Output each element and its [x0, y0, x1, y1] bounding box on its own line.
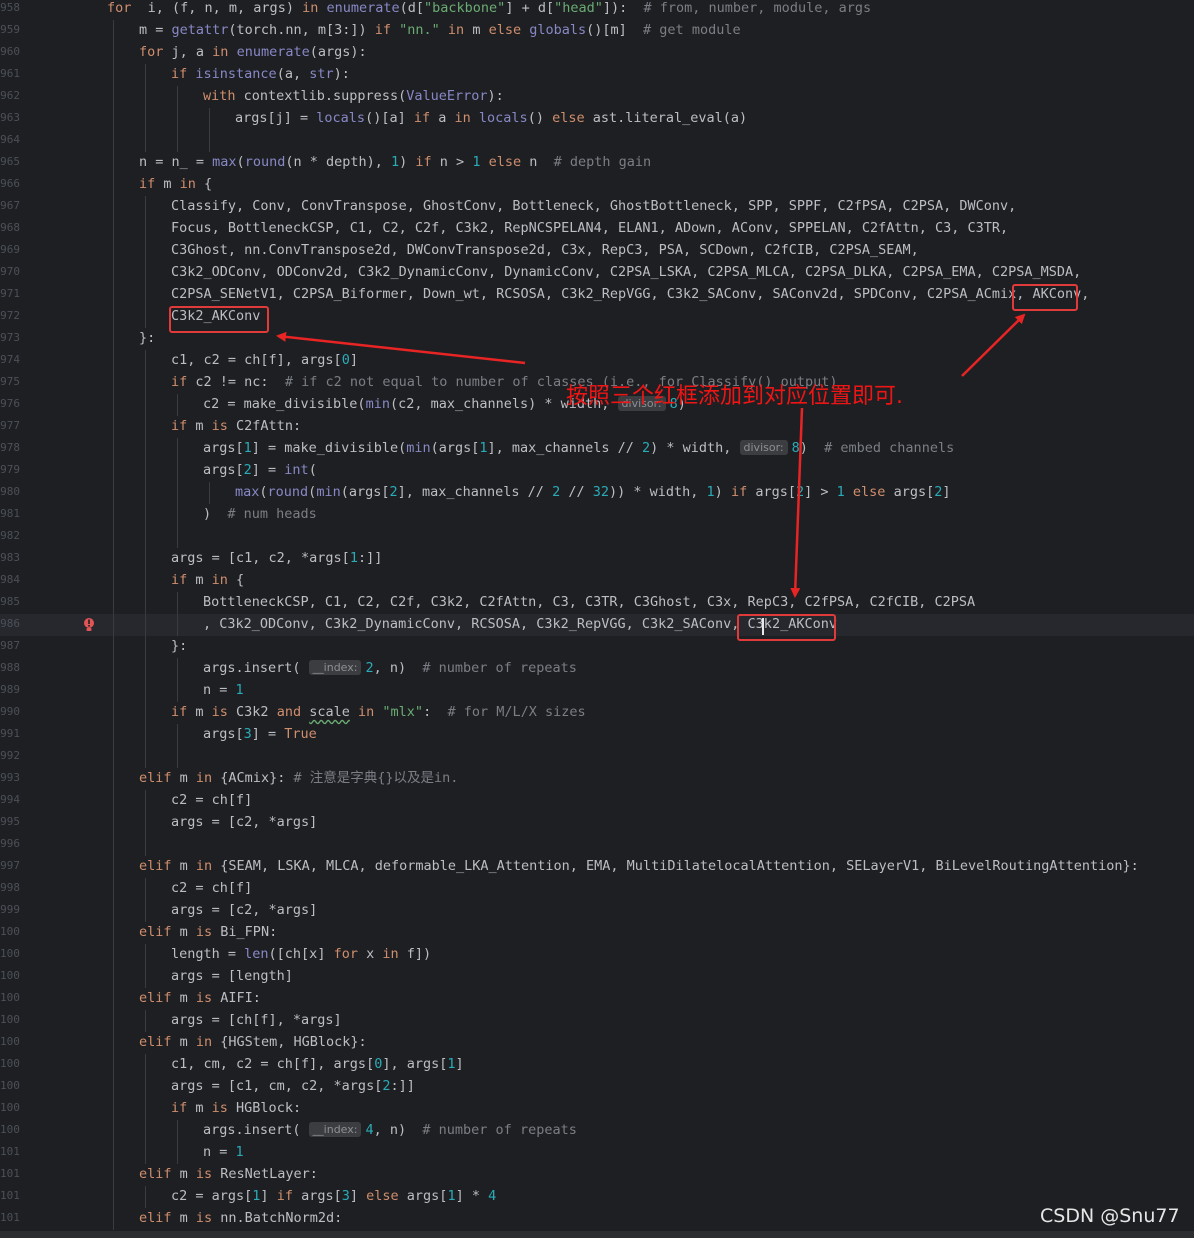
watermark-text: CSDN @Snu77	[1040, 1205, 1180, 1227]
annotation-text: 按照三个红框添加到对应位置即可.	[566, 384, 903, 409]
annotation-arrows	[276, 313, 1026, 598]
arrow-to-akconv	[961, 313, 1026, 377]
code-editor[interactable]: 958 for i, (f, n, m, args) in enumerate(d…	[0, 0, 1194, 1238]
horizontal-scrollbar[interactable]	[0, 1231, 1194, 1238]
arrow-to-c3k2-akconv-second	[790, 407, 804, 598]
arrow-to-c3k2-akconv	[276, 331, 526, 365]
